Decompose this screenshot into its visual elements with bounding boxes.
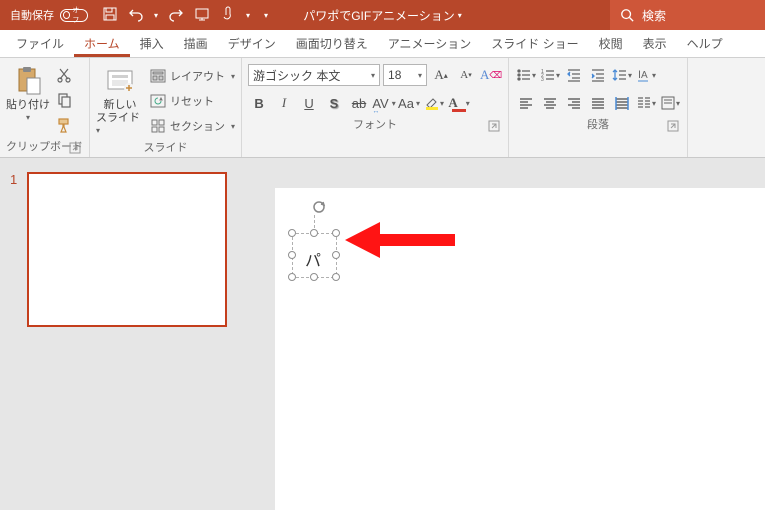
autosave-label: 自動保存 (10, 7, 54, 23)
align-right-button[interactable] (563, 92, 585, 114)
increase-indent-button[interactable] (587, 64, 609, 86)
columns-button[interactable]: ▾ (635, 92, 657, 114)
text-direction-button[interactable]: ⅠA▾ (635, 64, 657, 86)
workspace: 1 パ (0, 158, 765, 510)
align-text-button[interactable]: ▾ (659, 92, 681, 114)
tab-draw[interactable]: 描画 (174, 29, 218, 57)
font-name-combo[interactable]: 游ゴシック 本文▾ (248, 64, 380, 86)
search-icon (620, 8, 634, 22)
document-title[interactable]: パワポでGIFアニメーション ▾ (303, 7, 462, 24)
toggle-switch[interactable]: オフ (60, 9, 88, 22)
tab-review[interactable]: 校閲 (589, 29, 633, 57)
align-center-button[interactable] (539, 92, 561, 114)
ribbon-tabs: ファイル ホーム 挿入 描画 デザイン 画面切り替え アニメーション スライド … (0, 30, 765, 58)
svg-text:3: 3 (541, 77, 544, 83)
clear-format-icon[interactable]: A⌫ (480, 64, 502, 86)
copy-icon[interactable] (56, 92, 72, 111)
group-paragraph: ▾ 123▾ ▾ ⅠA▾ ▾ ▾ 段落 (509, 58, 688, 157)
group-clipboard: 貼り付け▾ クリップボード (0, 58, 90, 157)
qat-customize[interactable]: ▾ (264, 11, 268, 20)
annotation-arrow (345, 220, 455, 260)
ribbon: 貼り付け▾ クリップボード 新しいスライド ▾ レイアウト▾ リセット セクショ… (0, 58, 765, 158)
align-left-button[interactable] (515, 92, 537, 114)
tab-file[interactable]: ファイル (6, 29, 74, 57)
distribute-button[interactable] (611, 92, 633, 114)
autosave-toggle[interactable]: 自動保存 オフ (10, 7, 88, 23)
paste-button[interactable]: 貼り付け▾ (6, 61, 50, 122)
cut-icon[interactable] (56, 67, 72, 86)
tab-help[interactable]: ヘルプ (677, 29, 733, 57)
group-font: 游ゴシック 本文▾ 18▾ A▴ A▾ A⌫ B I U S ab AV↔▾ A… (242, 58, 509, 157)
slide-number: 1 (10, 172, 17, 327)
group-slides: 新しいスライド ▾ レイアウト▾ リセット セクション▾ スライド (90, 58, 242, 157)
group-label-slides: スライド (96, 137, 235, 158)
redo-icon[interactable] (168, 6, 184, 25)
decrease-font-icon[interactable]: A▾ (455, 64, 477, 86)
launcher-icon[interactable] (488, 120, 500, 132)
highlight-button[interactable]: ▾ (423, 92, 445, 114)
shadow-button[interactable]: S (323, 92, 345, 114)
increase-font-icon[interactable]: A▴ (430, 64, 452, 86)
italic-button[interactable]: I (273, 92, 295, 114)
undo-dropdown[interactable]: ▾ (154, 11, 158, 20)
quick-access-toolbar: ▾ ▾ ▾ (102, 6, 268, 25)
font-size-combo[interactable]: 18▾ (383, 64, 427, 86)
thumbnail-panel: 1 (0, 158, 253, 510)
layout-button[interactable]: レイアウト▾ (150, 65, 235, 87)
group-label-paragraph: 段落 (515, 114, 681, 135)
search-placeholder: 検索 (642, 7, 666, 24)
tab-slideshow[interactable]: スライド ショー (481, 29, 588, 57)
tab-insert[interactable]: 挿入 (130, 29, 174, 57)
svg-text:ⅠA: ⅠA (638, 70, 648, 81)
tab-home[interactable]: ホーム (74, 29, 130, 57)
underline-button[interactable]: U (298, 92, 320, 114)
format-painter-icon[interactable] (56, 117, 72, 136)
touch-dropdown[interactable]: ▾ (246, 11, 250, 20)
char-spacing-button[interactable]: AV↔▾ (373, 92, 395, 114)
title-bar: 自動保存 オフ ▾ ▾ ▾ パワポでGIFアニメーション ▾ 検索 (0, 0, 765, 30)
touch-mode-icon[interactable] (220, 6, 236, 25)
justify-button[interactable] (587, 92, 609, 114)
save-icon[interactable] (102, 6, 118, 25)
slideshow-icon[interactable] (194, 6, 210, 25)
reset-button[interactable]: リセット (150, 90, 235, 112)
group-label-clipboard: クリップボード (6, 136, 83, 157)
canvas-area: パ (253, 158, 765, 510)
decrease-indent-button[interactable] (563, 64, 585, 86)
tab-view[interactable]: 表示 (633, 29, 677, 57)
launcher-icon[interactable] (69, 142, 81, 154)
undo-icon[interactable] (128, 6, 144, 25)
textbox-content[interactable]: パ (305, 247, 321, 271)
search-box[interactable]: 検索 (610, 0, 765, 30)
launcher-icon[interactable] (667, 120, 679, 132)
line-spacing-button[interactable]: ▾ (611, 64, 633, 86)
tab-transitions[interactable]: 画面切り替え (286, 29, 378, 57)
slide-thumbnail-1[interactable] (27, 172, 227, 327)
tab-design[interactable]: デザイン (218, 29, 286, 57)
bold-button[interactable]: B (248, 92, 270, 114)
numbering-button[interactable]: 123▾ (539, 64, 561, 86)
textbox-selection[interactable]: パ (292, 233, 338, 279)
strikethrough-button[interactable]: ab (348, 92, 370, 114)
tab-animations[interactable]: アニメーション (378, 29, 482, 57)
new-slide-button[interactable]: 新しいスライド ▾ (96, 61, 144, 137)
font-color-button[interactable]: A▾ (448, 92, 470, 114)
change-case-button[interactable]: Aa▾ (398, 92, 420, 114)
group-label-font: フォント (248, 114, 502, 135)
section-button[interactable]: セクション▾ (150, 115, 235, 137)
bullets-button[interactable]: ▾ (515, 64, 537, 86)
